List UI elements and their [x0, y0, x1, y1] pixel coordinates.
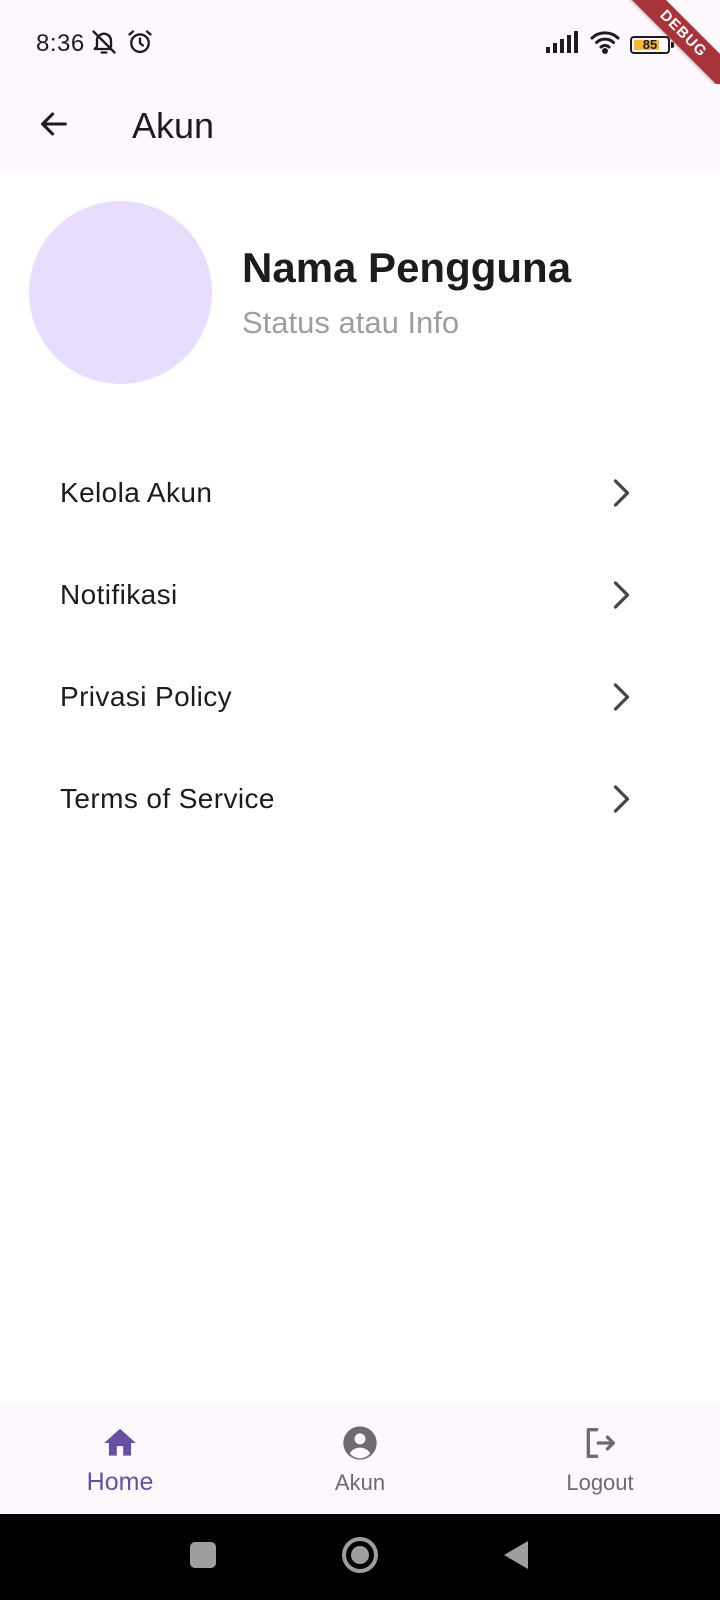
- notifications-off-icon: [90, 28, 118, 61]
- home-circle-icon: [341, 1536, 379, 1579]
- nav-label: Akun: [334, 1470, 386, 1495]
- arrow-back-icon: [37, 107, 71, 146]
- nav-label: Home: [86, 1468, 154, 1496]
- chevron-right-icon: [602, 679, 638, 720]
- back-triangle-icon: [500, 1539, 530, 1576]
- page-title: Akun: [132, 105, 215, 146]
- back-system-button[interactable]: [492, 1534, 538, 1580]
- avatar: [29, 201, 212, 384]
- account-circle-icon: [339, 1422, 381, 1464]
- signal-icon: [546, 31, 580, 58]
- alarm-icon: [126, 28, 154, 61]
- chevron-right-icon: [602, 475, 638, 516]
- menu-item-terms-of-service[interactable]: Terms of Service: [0, 748, 720, 850]
- status-time: 8:36: [36, 30, 85, 57]
- home-system-button[interactable]: [337, 1534, 383, 1580]
- chevron-right-icon: [602, 781, 638, 822]
- logout-icon: [579, 1422, 621, 1464]
- nav-label: Logout: [566, 1470, 634, 1495]
- menu-item-privasi-policy[interactable]: Privasi Policy: [0, 646, 720, 748]
- nav-item-akun[interactable]: Akun: [240, 1404, 480, 1514]
- menu-item-kelola-akun[interactable]: Kelola Akun: [0, 442, 720, 544]
- status-left-icons: [90, 28, 154, 61]
- menu-item-notifikasi[interactable]: Notifikasi: [0, 544, 720, 646]
- battery-level: 85: [642, 37, 658, 52]
- recents-button[interactable]: [180, 1534, 226, 1580]
- status-right-icons: 85: [546, 30, 674, 59]
- bottom-navigation: Home Akun Logout: [0, 1404, 720, 1514]
- profile-name: Nama Pengguna: [242, 244, 572, 291]
- menu-item-label: Kelola Akun: [60, 477, 213, 508]
- battery-icon: 85: [630, 35, 674, 54]
- home-icon: [99, 1422, 141, 1464]
- back-button[interactable]: [26, 98, 82, 154]
- wifi-icon: [590, 30, 620, 59]
- status-bar: 8:36 85 DEBUG: [0, 0, 720, 96]
- menu-item-label: Privasi Policy: [60, 681, 233, 712]
- chevron-right-icon: [602, 577, 638, 618]
- menu-list: Kelola Akun Notifikasi Privasi Policy Te…: [0, 442, 720, 850]
- nav-item-home[interactable]: Home: [0, 1404, 240, 1514]
- profile-status: Status atau Info: [242, 305, 460, 340]
- system-navigation-bar: [0, 1514, 720, 1600]
- nav-item-logout[interactable]: Logout: [480, 1404, 720, 1514]
- app-bar: Akun: [0, 84, 720, 170]
- recents-icon: [189, 1541, 217, 1574]
- menu-item-label: Terms of Service: [60, 783, 275, 814]
- menu-item-label: Notifikasi: [60, 579, 178, 610]
